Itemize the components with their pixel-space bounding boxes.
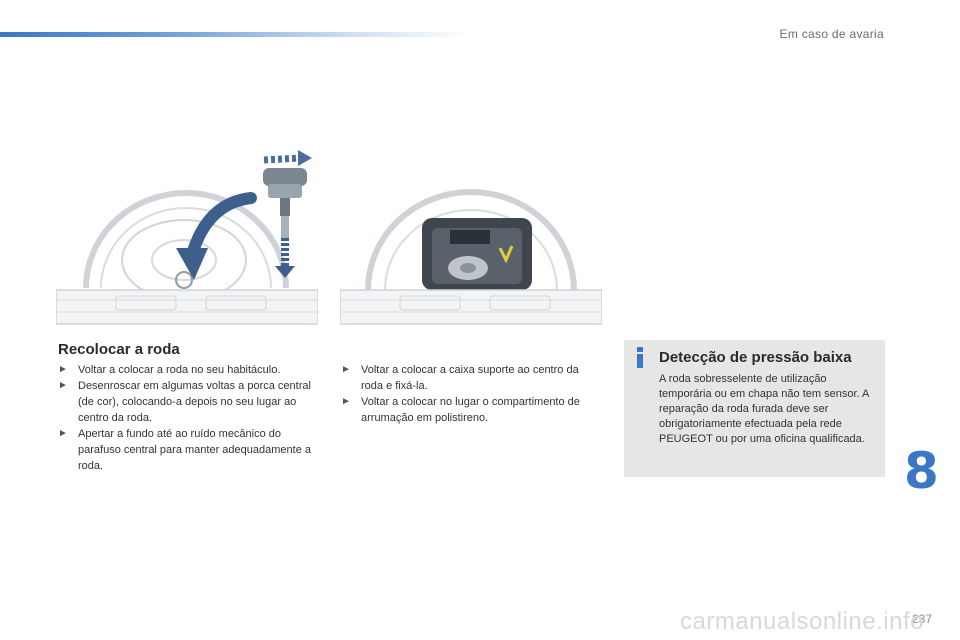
list-item: ► Voltar a colocar a roda no seu habitác… (58, 362, 320, 378)
list-item: ► Voltar a colocar no lugar o compartime… (341, 394, 603, 426)
instructions-column-1: ► Voltar a colocar a roda no seu habitác… (58, 362, 320, 474)
list-item-text: Desenroscar em algumas voltas a porca ce… (78, 380, 311, 424)
watermark: carmanualsonline.info (680, 608, 924, 635)
list-item: ► Desenroscar em algumas voltas a porca … (58, 378, 320, 426)
arrow-bullet-icon: ► (58, 364, 68, 375)
list-item-text: Voltar a colocar a caixa suporte ao cent… (361, 364, 579, 392)
info-icon (633, 347, 647, 369)
arrow-bullet-icon: ► (58, 428, 68, 439)
list-item-text: Voltar a colocar no lugar o compartiment… (361, 396, 580, 424)
list-item: ► Apertar a fundo até ao ruído mecânico … (58, 426, 320, 474)
list-item-text: Apertar a fundo até ao ruído mecânico do… (78, 428, 311, 472)
list-item-text: Voltar a colocar a roda no seu habitácul… (78, 364, 281, 376)
section-title: Recolocar a roda (58, 341, 180, 358)
arrow-bullet-icon: ► (341, 396, 351, 407)
arrow-bullet-icon: ► (58, 380, 68, 391)
chapter-header-title: Em caso de avaria (779, 27, 884, 41)
info-text: A roda sobresselente de utilização tempo… (659, 373, 869, 445)
storage-box-illustration (340, 148, 602, 328)
header-accent-bar (0, 32, 470, 37)
chapter-number: 8 (904, 442, 939, 500)
list-item: ► Voltar a colocar a caixa suporte ao ce… (341, 362, 603, 394)
info-title: Detecção de pressão baixa (659, 349, 852, 366)
info-box: Detecção de pressão baixa A roda sobress… (624, 340, 885, 477)
instructions-column-2: ► Voltar a colocar a caixa suporte ao ce… (341, 362, 603, 426)
spare-wheel-bolt-illustration (56, 148, 318, 328)
arrow-bullet-icon: ► (341, 364, 351, 375)
